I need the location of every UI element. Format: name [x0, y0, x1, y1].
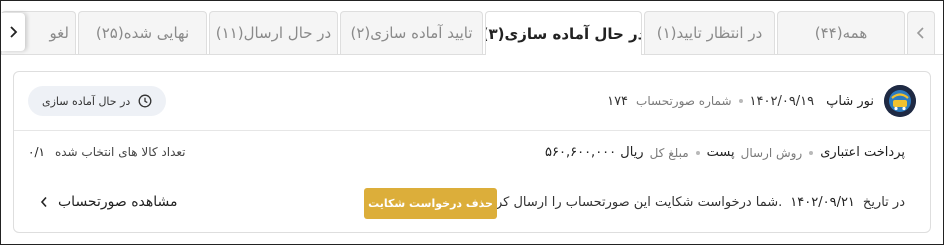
tab-all[interactable]: همه(۴۴) — [777, 11, 905, 54]
status-badge-label: در حال آماده سازی — [42, 94, 131, 108]
delete-complaint-button[interactable]: حذف درخواست شکایت — [364, 188, 497, 219]
payment-method: پرداخت اعتباری — [820, 145, 905, 160]
complaint-prefix: در تاریخ — [862, 195, 905, 210]
shipping-method-value: پست — [706, 145, 735, 160]
separator-dot — [809, 150, 814, 155]
separator-dot — [695, 150, 700, 155]
app-window: همه(۴۴) در انتظار تایید(۱) در حال آماده … — [0, 0, 944, 245]
complaint-date: ۱۴۰۲/۰۹/۲۱ — [790, 195, 855, 210]
tab-finalized[interactable]: نهایی شده(۲۵) — [78, 11, 207, 54]
chevron-left-icon — [916, 27, 926, 39]
chevron-right-icon — [8, 26, 18, 38]
tab-preparing[interactable]: در حال آماده سازی(۳) — [485, 11, 642, 55]
shop-name: نور شاپ — [826, 93, 874, 109]
status-badge: در حال آماده سازی — [28, 86, 167, 116]
chevron-left-icon — [40, 196, 48, 208]
tab-shipping[interactable]: در حال ارسال(۱۱) — [209, 11, 338, 54]
order-details: پرداخت اعتباری روش ارسال پست مبلغ کل ۵۶۰… — [14, 130, 930, 178]
separator-dot — [738, 99, 743, 103]
selected-items-count: تعداد کالا های انتخاب شده ۰/۱ — [28, 145, 186, 159]
shop-info: نور شاپ ۱۴۰۲/۰۹/۱۹ شماره صورتحساب ۱۷۴ — [607, 85, 916, 117]
tab-preparation-approved[interactable]: تایید آماده سازی(۲) — [340, 11, 483, 54]
shipping-method-label: روش ارسال — [740, 145, 803, 160]
invoice-number: ۱۷۴ — [607, 93, 629, 109]
tabs-scroll-left-button[interactable] — [1, 13, 25, 51]
order-header: نور شاپ ۱۴۰۲/۰۹/۱۹ شماره صورتحساب ۱۷۴ در… — [14, 72, 930, 131]
invoice-number-label: شماره صورتحساب — [636, 94, 732, 108]
status-tabs: همه(۴۴) در انتظار تایید(۱) در حال آماده … — [1, 1, 943, 55]
order-date: ۱۴۰۲/۰۹/۱۹ — [749, 93, 815, 109]
order-card: نور شاپ ۱۴۰۲/۰۹/۱۹ شماره صورتحساب ۱۷۴ در… — [13, 71, 931, 233]
selected-items-label: تعداد کالا های انتخاب شده — [54, 145, 186, 159]
total-amount-label: مبلغ کل — [649, 145, 689, 160]
view-invoice-label: مشاهده صورتحساب — [58, 194, 178, 210]
selected-items-value: ۰/۱ — [28, 145, 45, 159]
shop-logo — [884, 85, 916, 117]
clock-icon — [138, 94, 152, 108]
total-amount-value: ۵۶۰,۶۰۰,۰۰۰ ریال — [545, 145, 644, 160]
payment-details: پرداخت اعتباری روش ارسال پست مبلغ کل ۵۶۰… — [545, 145, 905, 160]
view-invoice-link[interactable]: مشاهده صورتحساب — [40, 194, 178, 210]
tabs-scroll-right-button[interactable] — [907, 11, 935, 54]
complaint-suffix: شما درخواست شکایت این صورتحساب را ارسال … — [479, 195, 783, 210]
complaint-row: در تاریخ ۱۴۰۲/۰۹/۲۱ شما درخواست شکایت ای… — [14, 178, 930, 232]
complaint-message: در تاریخ ۱۴۰۲/۰۹/۲۱ شما درخواست شکایت ای… — [480, 195, 905, 210]
tab-pending-approval[interactable]: در انتظار تایید(۱) — [644, 11, 775, 54]
